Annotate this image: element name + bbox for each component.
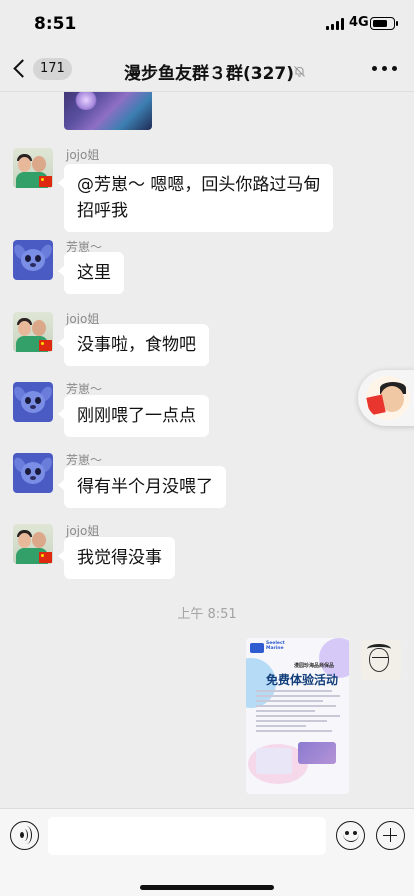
brand-logo <box>250 643 264 653</box>
chat-title: 漫步鱼友群３群(327) <box>124 64 295 84</box>
network-label: 4G <box>349 15 369 30</box>
status-bar: 8:51 4G <box>0 0 414 48</box>
chat-title-group[interactable]: 漫步鱼友群３群(327) <box>110 59 310 84</box>
sender-name: jojo姐 <box>66 148 100 162</box>
message-bubble[interactable]: 没事啦，食物吧 <box>58 324 209 366</box>
floating-window-button[interactable] <box>358 370 414 426</box>
poster-subtitle: 漫园珍海品商保品 <box>294 663 335 669</box>
message-text-line: 招呼我 <box>77 201 128 221</box>
avatar[interactable] <box>13 312 53 352</box>
more-dots-icon[interactable] <box>372 65 398 73</box>
message-bubble[interactable]: 这里 <box>58 252 124 294</box>
home-indicator[interactable] <box>140 885 274 890</box>
message-text: 我觉得没事 <box>77 548 162 568</box>
message-text: 得有半个月没喂了 <box>77 477 213 497</box>
chat-message-list[interactable]: jojo姐 @芳崽～ 嗯嗯，回头你路过马甸 招呼我 芳崽～ 这里 jojo姐 没… <box>0 92 414 808</box>
chevron-left-icon <box>13 59 32 78</box>
message-text: 刚刚喂了一点点 <box>77 406 196 426</box>
status-time: 8:51 <box>34 14 77 34</box>
avatar[interactable] <box>13 240 53 280</box>
message-bubble[interactable]: @芳崽～ 嗯嗯，回头你路过马甸 招呼我 <box>57 164 334 232</box>
image-message-poster[interactable]: Seelect Marine 漫园珍海品商保品 免费体验活动 <box>246 638 349 794</box>
back-button[interactable]: 171 <box>10 56 72 84</box>
poster-body-lines <box>256 690 340 735</box>
message-bubble[interactable]: 刚刚喂了一点点 <box>58 395 209 437</box>
avatar[interactable] <box>13 148 53 188</box>
floating-avatar-image <box>366 376 410 420</box>
unread-count-badge: 171 <box>33 58 72 80</box>
avatar[interactable] <box>13 524 53 564</box>
poster-product-image <box>298 742 336 764</box>
signal-icon <box>326 18 344 30</box>
avatar[interactable] <box>13 382 53 422</box>
image-message[interactable] <box>64 92 152 130</box>
bell-off-icon <box>294 66 305 77</box>
plus-icon[interactable] <box>376 821 405 850</box>
avatar-self[interactable] <box>361 640 401 680</box>
poster-brand: Seelect Marine <box>266 641 285 651</box>
avatar[interactable] <box>13 453 53 493</box>
poster-title: 免费体验活动 <box>266 673 339 687</box>
message-text: 没事啦，食物吧 <box>77 335 196 355</box>
voice-icon[interactable] <box>10 821 39 850</box>
poster-info-box <box>256 748 292 774</box>
message-bubble[interactable]: 得有半个月没喂了 <box>58 466 226 508</box>
battery-fill <box>372 19 387 27</box>
message-input[interactable] <box>48 817 326 855</box>
china-flag-icon <box>39 176 52 187</box>
time-divider: 上午 8:51 <box>177 607 237 622</box>
message-bubble[interactable]: 我觉得没事 <box>58 537 175 579</box>
battery-icon <box>370 17 398 30</box>
input-bar <box>0 808 414 896</box>
nav-bar: 171 漫步鱼友群３群(327) <box>0 48 414 92</box>
message-text-line: @芳崽～ 嗯嗯，回头你路过马甸 <box>77 175 321 195</box>
china-flag-icon <box>39 552 52 563</box>
message-text: 这里 <box>77 263 111 283</box>
emoji-icon[interactable] <box>336 821 365 850</box>
china-flag-icon <box>39 340 52 351</box>
